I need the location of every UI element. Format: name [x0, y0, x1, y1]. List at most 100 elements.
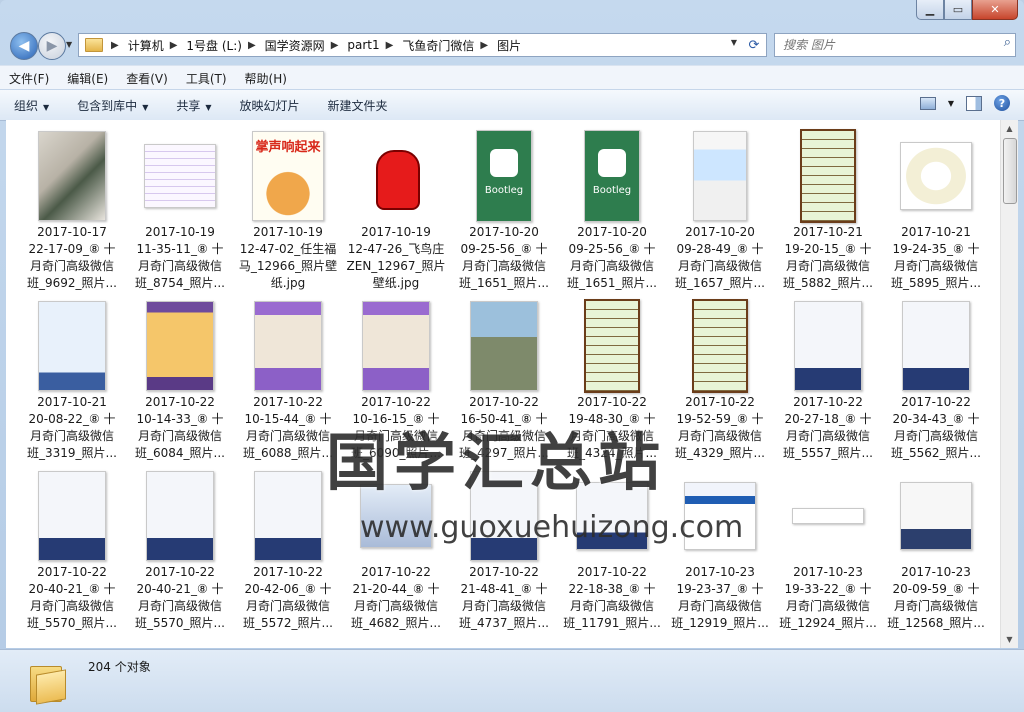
organize-button[interactable]: 组织 ▼ [0, 97, 63, 114]
file-thumbnail[interactable] [252, 130, 324, 222]
file-name[interactable]: 2017-10-22 10-16-15_⑧ 十月奇门高级微信 班_6090_照片..… [342, 394, 450, 462]
new-folder-button[interactable]: 新建文件夹 [314, 97, 402, 114]
file-name[interactable]: 2017-10-22 21-48-41_⑧ 十月奇门高级微信 班_4737_照片..… [450, 564, 558, 632]
file-item[interactable]: 2017-10-21 19-24-35_⑧ 十月奇门高级微信 班_5895_照片..… [882, 126, 990, 296]
file-name[interactable]: 2017-10-23 20-09-59_⑧ 十月奇门高级微信 班_12568_照片.… [882, 564, 990, 632]
file-name[interactable]: 2017-10-19 12-47-26_飞鸟庄 ZEN_12967_照片 壁纸.jpg [342, 224, 450, 292]
search-input[interactable] [781, 34, 985, 56]
file-thumbnail[interactable] [792, 470, 864, 562]
menu-help[interactable]: 帮助(H) [236, 70, 296, 87]
file-item[interactable]: 2017-10-23 20-09-59_⑧ 十月奇门高级微信 班_12568_照片.… [882, 466, 990, 636]
breadcrumb-drive[interactable]: 1号盘 (L:) [184, 37, 244, 54]
file-thumbnail[interactable] [900, 470, 972, 562]
file-item[interactable]: 2017-10-20 09-25-56_⑧ 十月奇门高级微信班_1651_照片..… [450, 126, 558, 296]
scrollbar-thumb[interactable] [1003, 138, 1017, 204]
chevron-right-icon[interactable]: ▶ [386, 40, 394, 51]
file-item[interactable]: 2017-10-19 12-47-02_任生福马_12966_照片壁纸.jpg [234, 126, 342, 296]
file-thumbnail[interactable] [36, 300, 108, 392]
file-name[interactable]: 2017-10-23 19-33-22_⑧ 十月奇门高级微信 班_12924_照片.… [774, 564, 882, 632]
file-item[interactable]: 2017-10-22 20-40-21_⑧ 十月奇门高级微信 班_5570_照片..… [126, 466, 234, 636]
file-name[interactable]: 2017-10-22 20-40-21_⑧ 十月奇门高级微信 班_5570_照片..… [18, 564, 126, 632]
file-thumbnail[interactable] [684, 299, 756, 393]
file-name[interactable]: 2017-10-22 10-14-33_⑧ 十月奇门高级微信 班_6084_照片..… [126, 394, 234, 462]
chevron-right-icon[interactable]: ▶ [331, 40, 339, 51]
file-name[interactable]: 2017-10-22 20-40-21_⑧ 十月奇门高级微信 班_5570_照片..… [126, 564, 234, 632]
file-thumbnail[interactable] [360, 130, 432, 222]
file-item[interactable]: 2017-10-19 11-35-11_⑧ 十月奇门高级微信 班_8754_照片..… [126, 126, 234, 296]
refresh-button[interactable]: ⟳ [742, 33, 767, 57]
file-thumbnail[interactable] [576, 470, 648, 562]
menu-tools[interactable]: 工具(T) [177, 70, 236, 87]
file-thumbnail[interactable] [468, 130, 540, 222]
file-thumbnail[interactable] [144, 300, 216, 392]
file-item[interactable]: 2017-10-21 20-08-22_⑧ 十月奇门高级微信 班_3319_照片..… [18, 296, 126, 466]
breadcrumb-feiyu[interactable]: 飞鱼奇门微信 [400, 37, 476, 54]
chevron-right-icon[interactable]: ▶ [170, 40, 178, 51]
maximize-button[interactable]: ▭ [944, 0, 972, 20]
file-name[interactable]: 2017-10-22 20-34-43_⑧ 十月奇门高级微信 班_5562_照片..… [882, 394, 990, 462]
file-name[interactable]: 2017-10-21 19-24-35_⑧ 十月奇门高级微信 班_5895_照片..… [882, 224, 990, 292]
address-bar[interactable]: ▶ 计算机 ▶ 1号盘 (L:) ▶ 国学资源网 ▶ part1 ▶ 飞鱼奇门微… [78, 33, 744, 57]
file-item[interactable]: 2017-10-22 20-42-06_⑧ 十月奇门高级微信 班_5572_照片..… [234, 466, 342, 636]
menu-file[interactable]: 文件(F) [0, 70, 58, 87]
forward-button[interactable]: ▶ [38, 32, 66, 60]
file-thumbnail[interactable] [684, 130, 756, 222]
file-item[interactable]: 2017-10-20 09-28-49_⑧ 十月奇门高级微信 班_1657_照片..… [666, 126, 774, 296]
file-name[interactable]: 2017-10-22 19-48-30_⑧ 十月奇门高级微信 班_4324_照片..… [558, 394, 666, 462]
file-item[interactable]: 2017-10-20 09-25-56_⑧ 十月奇门高级微信班_1651_照片..… [558, 126, 666, 296]
file-thumbnail[interactable] [144, 470, 216, 562]
breadcrumb-computer[interactable]: 计算机 [126, 37, 166, 54]
file-item[interactable]: 2017-10-17 22-17-09_⑧ 十月奇门高级微信 班_9692_照片..… [18, 126, 126, 296]
file-thumbnail[interactable] [252, 470, 324, 562]
preview-pane-icon[interactable] [966, 95, 982, 111]
chevron-right-icon[interactable]: ▶ [111, 40, 119, 51]
file-item[interactable]: 2017-10-19 12-47-26_飞鸟庄 ZEN_12967_照片 壁纸.jpg [342, 126, 450, 296]
file-name[interactable]: 2017-10-22 22-18-38_⑧ 十月奇门高级微信 班_11791_照片.… [558, 564, 666, 632]
file-thumbnail[interactable] [792, 300, 864, 392]
file-name[interactable]: 2017-10-20 09-25-56_⑧ 十月奇门高级微信 班_1651_照片..… [450, 224, 558, 292]
chevron-down-icon[interactable]: ▼ [731, 38, 737, 47]
file-name[interactable]: 2017-10-21 19-20-15_⑧ 十月奇门高级微信 班_5882_照片..… [774, 224, 882, 292]
file-item[interactable]: 2017-10-22 20-27-18_⑧ 十月奇门高级微信 班_5557_照片..… [774, 296, 882, 466]
file-item[interactable]: 2017-10-22 20-40-21_⑧ 十月奇门高级微信 班_5570_照片..… [18, 466, 126, 636]
file-item[interactable]: 2017-10-22 22-18-38_⑧ 十月奇门高级微信 班_11791_照片.… [558, 466, 666, 636]
file-name[interactable]: 2017-10-23 19-23-37_⑧ 十月奇门高级微信 班_12919_照片.… [666, 564, 774, 632]
file-name[interactable]: 2017-10-22 10-15-44_⑧ 十月奇门高级微信 班_6088_照片..… [234, 394, 342, 462]
file-item[interactable]: 2017-10-22 10-14-33_⑧ 十月奇门高级微信 班_6084_照片..… [126, 296, 234, 466]
file-thumbnail[interactable] [900, 130, 972, 222]
file-name[interactable]: 2017-10-22 21-20-44_⑧ 十月奇门高级微信 班_4682_照片..… [342, 564, 450, 632]
file-thumbnail[interactable] [900, 300, 972, 392]
file-name[interactable]: 2017-10-20 09-25-56_⑧ 十月奇门高级微信 班_1651_照片..… [558, 224, 666, 292]
file-name[interactable]: 2017-10-22 20-42-06_⑧ 十月奇门高级微信 班_5572_照片..… [234, 564, 342, 632]
breadcrumb-pictures[interactable]: 图片 [495, 37, 523, 54]
file-name[interactable]: 2017-10-22 16-50-41_⑧ 十月奇门高级微信 班_4297_照片..… [450, 394, 558, 462]
file-name[interactable]: 2017-10-22 19-52-59_⑧ 十月奇门高级微信 班_4329_照片..… [666, 394, 774, 462]
file-item[interactable]: 2017-10-22 10-15-44_⑧ 十月奇门高级微信 班_6088_照片..… [234, 296, 342, 466]
breadcrumb-part1[interactable]: part1 [345, 38, 381, 52]
file-name[interactable]: 2017-10-21 20-08-22_⑧ 十月奇门高级微信 班_3319_照片..… [18, 394, 126, 462]
file-name[interactable]: 2017-10-17 22-17-09_⑧ 十月奇门高级微信 班_9692_照片..… [18, 224, 126, 292]
file-item[interactable]: 2017-10-21 19-20-15_⑧ 十月奇门高级微信 班_5882_照片..… [774, 126, 882, 296]
file-thumbnail[interactable] [36, 130, 108, 222]
share-button[interactable]: 共享 ▼ [162, 97, 225, 114]
file-item[interactable]: 2017-10-23 19-23-37_⑧ 十月奇门高级微信 班_12919_照片.… [666, 466, 774, 636]
back-button[interactable]: ◀ [10, 32, 38, 60]
recent-pages-dropdown[interactable]: ▼ [66, 40, 72, 49]
file-item[interactable]: 2017-10-22 19-48-30_⑧ 十月奇门高级微信 班_4324_照片..… [558, 296, 666, 466]
chevron-right-icon[interactable]: ▶ [480, 40, 488, 51]
file-list-pane[interactable]: 2017-10-17 22-17-09_⑧ 十月奇门高级微信 班_9692_照片..… [6, 120, 1000, 648]
slideshow-button[interactable]: 放映幻灯片 [226, 97, 314, 114]
file-name[interactable]: 2017-10-19 12-47-02_任生福 马_12966_照片壁 纸.jpg [234, 224, 342, 292]
chevron-down-icon[interactable]: ▼ [948, 99, 954, 108]
file-item[interactable]: 2017-10-22 21-20-44_⑧ 十月奇门高级微信 班_4682_照片..… [342, 466, 450, 636]
breadcrumb-guoxue[interactable]: 国学资源网 [263, 37, 327, 54]
menu-edit[interactable]: 编辑(E) [58, 70, 117, 87]
help-icon[interactable]: ? [994, 95, 1010, 111]
scroll-down-icon[interactable]: ▼ [1001, 631, 1018, 648]
file-item[interactable]: 2017-10-22 16-50-41_⑧ 十月奇门高级微信 班_4297_照片..… [450, 296, 558, 466]
include-in-library-button[interactable]: 包含到库中 ▼ [63, 97, 162, 114]
file-name[interactable]: 2017-10-19 11-35-11_⑧ 十月奇门高级微信 班_8754_照片..… [126, 224, 234, 292]
file-name[interactable]: 2017-10-22 20-27-18_⑧ 十月奇门高级微信 班_5557_照片..… [774, 394, 882, 462]
file-thumbnail[interactable] [576, 299, 648, 393]
close-button[interactable]: ✕ [972, 0, 1018, 20]
